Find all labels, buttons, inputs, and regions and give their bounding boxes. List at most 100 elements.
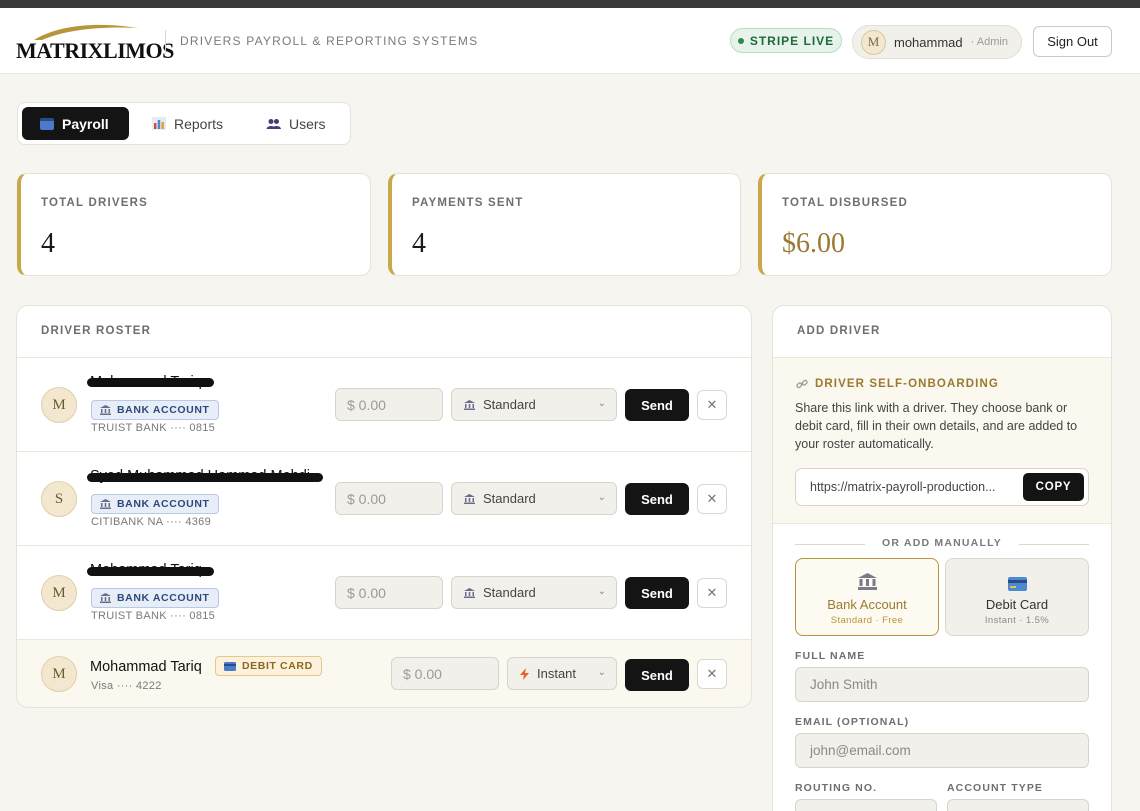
payout-speed-select[interactable]: Standard ⌄ bbox=[451, 388, 617, 421]
lightning-icon bbox=[520, 667, 529, 680]
stat-card-payments-sent: PAYMENTS SENT 4 bbox=[388, 173, 741, 276]
chevron-down-icon: ⌄ bbox=[597, 667, 606, 678]
routing-number-input[interactable] bbox=[795, 799, 937, 811]
avatar: M bbox=[41, 656, 77, 692]
option-subtitle: Instant · 1.5% bbox=[984, 615, 1050, 626]
speed-label: Standard bbox=[483, 397, 536, 412]
payout-speed-select[interactable]: Instant ⌄ bbox=[507, 657, 617, 690]
amount-input[interactable]: $ 0.00 bbox=[391, 657, 499, 690]
tab-users-label: Users bbox=[289, 115, 326, 132]
email-input[interactable]: john@email.com bbox=[795, 733, 1089, 768]
user-chip[interactable]: M mohammad · Admin bbox=[852, 25, 1022, 59]
tab-users[interactable]: Users bbox=[248, 107, 346, 140]
debit-card-badge: DEBIT CARD bbox=[215, 656, 322, 676]
tab-payroll[interactable]: Payroll bbox=[22, 107, 129, 140]
stat-label: PAYMENTS SENT bbox=[412, 197, 524, 209]
bank-icon bbox=[858, 573, 877, 590]
avatar: S bbox=[41, 481, 77, 517]
stat-card-total-drivers: TOTAL DRIVERS 4 bbox=[17, 173, 371, 276]
header-divider bbox=[165, 30, 166, 54]
amount-input[interactable]: $ 0.00 bbox=[335, 576, 443, 609]
method-label: BANK ACCOUNT bbox=[117, 404, 210, 416]
account-line: Visa ···· 4222 bbox=[91, 680, 162, 692]
amount-input[interactable]: $ 0.00 bbox=[335, 482, 443, 515]
onboarding-link-field[interactable]: https://matrix-payroll-production... COP… bbox=[795, 468, 1089, 506]
account-line: TRUIST BANK ···· 0815 bbox=[91, 610, 216, 622]
account-type-label: ACCOUNT TYPE bbox=[947, 782, 1044, 794]
tab-reports-label: Reports bbox=[174, 115, 224, 132]
table-row: M Mohammad Tariq BANK ACCOUNT TRUIST BAN… bbox=[17, 545, 751, 639]
bank-icon bbox=[100, 499, 111, 509]
copy-link-button[interactable]: COPY bbox=[1023, 473, 1084, 501]
option-title: Bank Account bbox=[827, 597, 907, 612]
browser-top-strip bbox=[0, 0, 1140, 8]
table-row: S Syed Muhammad Hammad Mehdi BANK ACCOUN… bbox=[17, 451, 751, 545]
stat-value: $6.00 bbox=[782, 228, 845, 259]
or-divider: OR ADD MANUALLY bbox=[795, 537, 1089, 551]
or-add-manually-label: OR ADD MANUALLY bbox=[882, 537, 1002, 549]
bank-account-option[interactable]: Bank Account Standard · Free bbox=[795, 558, 939, 636]
account-line: TRUIST BANK ···· 0815 bbox=[91, 422, 216, 434]
send-button[interactable]: Send bbox=[625, 483, 689, 515]
bank-icon bbox=[100, 593, 111, 603]
self-onboarding-section: DRIVER SELF-ONBOARDING Share this link w… bbox=[773, 357, 1111, 524]
driver-roster-panel: DRIVER ROSTER M Mohammad Tariq BANK ACCO… bbox=[16, 305, 752, 708]
onboarding-link-text[interactable]: https://matrix-payroll-production... bbox=[810, 480, 1010, 494]
redaction-mark bbox=[87, 378, 214, 387]
tab-reports[interactable]: Reports bbox=[134, 107, 234, 140]
stripe-live-badge: STRIPE LIVE bbox=[730, 28, 842, 53]
account-type-select[interactable] bbox=[947, 799, 1089, 811]
stat-value: 4 bbox=[41, 228, 55, 259]
option-title: Debit Card bbox=[985, 597, 1049, 612]
stat-card-total-disbursed: TOTAL DISBURSED $6.00 bbox=[758, 173, 1112, 276]
user-name: mohammad bbox=[894, 34, 963, 50]
amount-input[interactable]: $ 0.00 bbox=[335, 388, 443, 421]
chevron-down-icon: ⌄ bbox=[597, 398, 606, 409]
full-name-label: FULL NAME bbox=[795, 650, 866, 662]
send-button[interactable]: Send bbox=[625, 577, 689, 609]
bank-account-badge: BANK ACCOUNT bbox=[91, 588, 219, 608]
logo-text: MATRIXLIMOS bbox=[16, 38, 174, 63]
card-icon bbox=[40, 117, 54, 130]
avatar: M bbox=[41, 387, 77, 423]
bank-icon bbox=[464, 587, 475, 598]
redaction-mark bbox=[87, 567, 214, 576]
panel-title: ADD DRIVER bbox=[797, 325, 881, 337]
debit-card-option[interactable]: Debit Card Instant · 1.5% bbox=[945, 558, 1089, 636]
method-label: BANK ACCOUNT bbox=[117, 592, 210, 604]
routing-number-label: ROUTING NO. bbox=[795, 782, 878, 794]
remove-driver-button[interactable]: ✕ bbox=[697, 484, 727, 514]
account-line: CITIBANK NA ···· 4369 bbox=[91, 516, 211, 528]
main-tabs: Payroll Reports Users bbox=[17, 102, 351, 145]
remove-driver-button[interactable]: ✕ bbox=[697, 659, 727, 689]
chevron-down-icon: ⌄ bbox=[597, 586, 606, 597]
link-icon bbox=[796, 379, 808, 389]
matrixlimos-logo[interactable]: MATRIXLIMOS bbox=[16, 22, 174, 64]
speed-label: Standard bbox=[483, 585, 536, 600]
onboarding-description: Share this link with a driver. They choo… bbox=[795, 401, 1078, 451]
method-label: BANK ACCOUNT bbox=[117, 498, 210, 510]
bank-icon bbox=[100, 405, 111, 415]
send-button[interactable]: Send bbox=[625, 659, 689, 691]
add-driver-panel: ADD DRIVER DRIVER SELF-ONBOARDING Share … bbox=[772, 305, 1112, 811]
method-label: DEBIT CARD bbox=[242, 660, 313, 672]
table-row: M Mohammad Tariq BANK ACCOUNT TRUIST BAN… bbox=[17, 357, 751, 451]
bank-icon bbox=[464, 493, 475, 504]
stat-label: TOTAL DRIVERS bbox=[41, 197, 148, 209]
send-button[interactable]: Send bbox=[625, 389, 689, 421]
user-role: · Admin bbox=[970, 36, 1008, 48]
bank-account-badge: BANK ACCOUNT bbox=[91, 400, 219, 420]
table-row: M Mohammad Tariq DEBIT CARD Visa ···· 42… bbox=[17, 639, 751, 707]
remove-driver-button[interactable]: ✕ bbox=[697, 390, 727, 420]
sign-out-button[interactable]: Sign Out bbox=[1033, 26, 1112, 57]
payout-speed-select[interactable]: Standard ⌄ bbox=[451, 576, 617, 609]
status-dot-icon bbox=[737, 37, 744, 44]
remove-driver-button[interactable]: ✕ bbox=[697, 578, 727, 608]
card-icon bbox=[224, 661, 236, 671]
payout-speed-select[interactable]: Standard ⌄ bbox=[451, 482, 617, 515]
stat-label: TOTAL DISBURSED bbox=[782, 197, 908, 209]
chart-icon bbox=[152, 117, 166, 130]
bank-icon bbox=[464, 399, 475, 410]
onboarding-title-label: DRIVER SELF-ONBOARDING bbox=[815, 378, 999, 390]
full-name-input[interactable]: John Smith bbox=[795, 667, 1089, 702]
